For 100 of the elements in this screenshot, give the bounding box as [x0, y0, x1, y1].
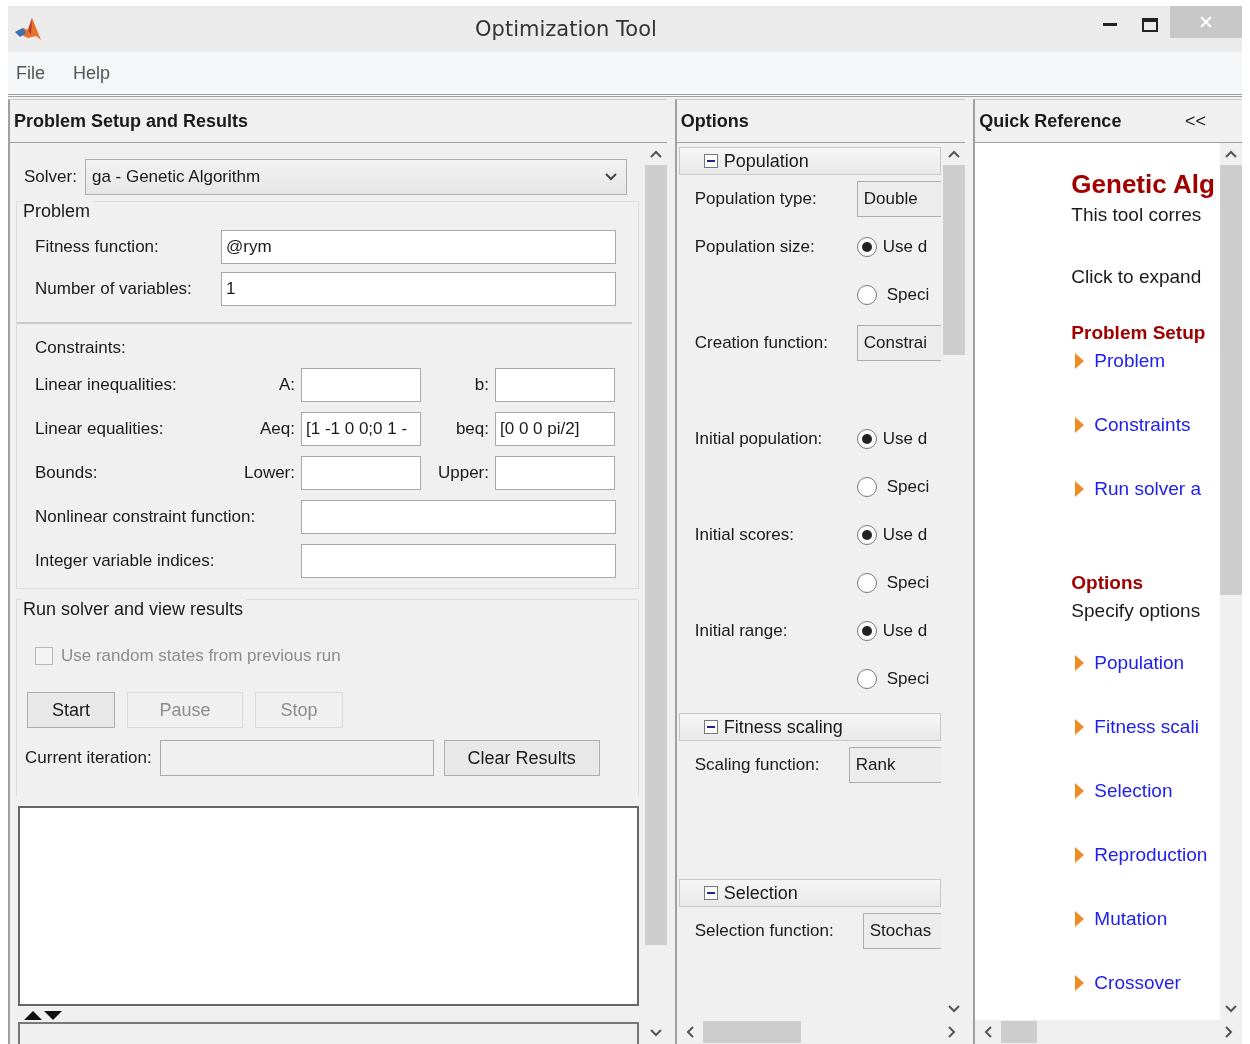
collapse-icon[interactable] — [703, 720, 718, 734]
scroll-thumb[interactable] — [702, 1021, 801, 1043]
scroll-left-icon[interactable] — [983, 1025, 994, 1039]
scroll-up-icon[interactable] — [648, 149, 663, 159]
checkbox-label: Use random states from previous run — [61, 646, 341, 666]
input-field[interactable] — [301, 500, 616, 534]
close-icon — [1199, 15, 1213, 29]
iteration-field[interactable] — [159, 740, 434, 776]
option-dropdown[interactable]: Stochas — [862, 913, 942, 949]
panel-title: Options — [676, 100, 966, 143]
reference-link[interactable]: Run solver a — [1094, 478, 1201, 500]
option-dropdown[interactable]: Double — [856, 181, 942, 217]
scroll-down-icon[interactable] — [648, 1028, 663, 1038]
input-field[interactable] — [495, 456, 615, 490]
clear-results-button[interactable]: Clear Results — [443, 740, 600, 776]
start-button[interactable]: Start — [27, 692, 115, 728]
radio-label: Use d — [882, 237, 928, 257]
scroll-thumb[interactable] — [943, 165, 966, 355]
field-label: Number of variables: — [35, 279, 193, 299]
triangle-icon — [1075, 481, 1085, 497]
menu-item[interactable]: File — [16, 62, 45, 84]
triangle-icon — [1075, 975, 1085, 991]
option-dropdown[interactable]: Rank — [848, 747, 942, 783]
field-label: Upper: — [436, 463, 490, 483]
input-field[interactable] — [301, 368, 421, 402]
input-field[interactable] — [301, 544, 616, 578]
radio-label: Speci — [886, 477, 930, 497]
field-label: Aeq: — [259, 419, 296, 439]
input-field[interactable] — [495, 368, 615, 402]
section-header[interactable]: Population — [678, 147, 942, 175]
section-title: Population — [723, 150, 809, 172]
input-field[interactable]: [1 -1 0 0;0 1 - — [301, 412, 421, 446]
triangle-icon — [1075, 783, 1085, 799]
radio-button[interactable] — [856, 669, 877, 689]
input-field[interactable]: 1 — [221, 272, 616, 306]
radio-label: Speci — [886, 285, 930, 305]
reference-link[interactable]: Constraints — [1094, 414, 1191, 436]
triangle-icon — [1075, 417, 1085, 433]
radio-button[interactable] — [856, 237, 877, 257]
reference-text: This tool corres — [1071, 204, 1203, 226]
scroll-up-icon[interactable] — [947, 149, 962, 159]
collapse-icon[interactable] — [703, 886, 718, 900]
option-dropdown[interactable]: Constrai — [856, 325, 942, 361]
solver-dropdown[interactable]: ga - Genetic Algorithm — [84, 159, 627, 195]
field-label: b: — [473, 375, 490, 395]
radio-button[interactable] — [856, 285, 877, 305]
option-label: Selection function: — [694, 920, 835, 942]
window-title: Optimization Tool — [474, 17, 658, 41]
scroll-thumb[interactable] — [1001, 1021, 1038, 1043]
input-field[interactable] — [301, 456, 421, 490]
scroll-down-icon[interactable] — [1224, 1004, 1238, 1014]
field-label: Current iteration: — [25, 748, 152, 768]
reference-link[interactable]: Fitness scali — [1094, 716, 1199, 738]
reference-link[interactable]: Crossover — [1094, 972, 1181, 994]
logo-icon — [14, 16, 42, 42]
maximize-icon — [1142, 18, 1158, 32]
reference-section-title: Problem Setup — [1071, 322, 1207, 344]
reference-link[interactable]: Problem — [1094, 350, 1166, 372]
radio-button[interactable] — [856, 573, 877, 593]
input-field[interactable]: @rym — [221, 230, 616, 264]
option-label: Creation function: — [694, 332, 829, 354]
caret-icon — [603, 172, 618, 182]
field-label: Nonlinear constraint function: — [35, 507, 257, 527]
collapse-button[interactable]: << — [1185, 110, 1206, 132]
panel-title: Problem Setup and Results — [10, 100, 667, 143]
scroll-right-icon[interactable] — [1224, 1025, 1234, 1039]
field-label: Linear inequalities: — [35, 375, 178, 395]
radio-button[interactable] — [856, 429, 877, 449]
reference-link[interactable]: Reproduction — [1094, 844, 1208, 866]
section-title: Fitness scaling — [723, 716, 843, 738]
scroll-thumb[interactable] — [1220, 165, 1242, 595]
field-label: beq: — [454, 419, 490, 439]
radio-label: Use d — [882, 621, 928, 641]
reference-text: Specify options — [1071, 600, 1202, 622]
scroll-left-icon[interactable] — [684, 1025, 695, 1039]
scroll-up-icon[interactable] — [1224, 149, 1238, 159]
field-label: Integer variable indices: — [35, 551, 216, 571]
reference-link[interactable]: Selection — [1094, 780, 1173, 802]
reference-link[interactable]: Mutation — [1094, 908, 1168, 930]
triangle-icon — [1075, 911, 1085, 927]
radio-button[interactable] — [856, 621, 877, 641]
scroll-down-icon[interactable] — [947, 1004, 962, 1014]
collapse-icon[interactable] — [703, 154, 718, 168]
menu-item[interactable]: Help — [73, 62, 111, 84]
radio-button[interactable] — [856, 525, 877, 545]
input-field[interactable]: [0 0 0 pi/2] — [495, 412, 615, 446]
radio-button[interactable] — [856, 477, 877, 497]
section-header[interactable]: Fitness scaling — [678, 713, 942, 741]
section-title: Selection — [723, 882, 798, 904]
scroll-right-icon[interactable] — [947, 1025, 958, 1039]
triangle-icon — [1075, 655, 1085, 671]
splitter-arrows-icon[interactable] — [24, 1010, 62, 1020]
radio-label: Speci — [886, 573, 930, 593]
field-label: A: — [277, 375, 296, 395]
reference-link[interactable]: Population — [1094, 652, 1185, 674]
option-label: Initial population: — [694, 428, 824, 450]
triangle-icon — [1075, 353, 1085, 369]
reference-text: Click to expand — [1071, 266, 1203, 288]
section-header[interactable]: Selection — [678, 879, 942, 907]
minimize-icon — [1103, 23, 1117, 27]
